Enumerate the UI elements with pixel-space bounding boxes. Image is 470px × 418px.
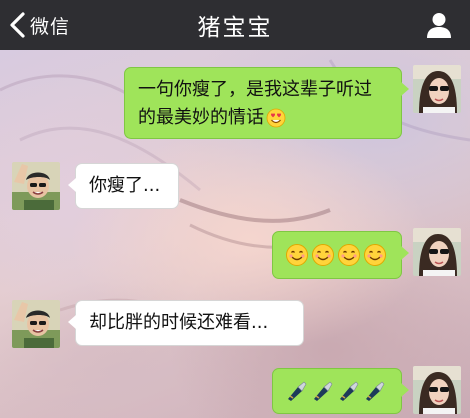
message-text: 你瘦了... [89, 175, 161, 196]
heart-eyes-emoji [266, 108, 286, 128]
message-bubble-outgoing[interactable] [272, 231, 409, 279]
emoji-sequence [285, 232, 389, 278]
back-button[interactable]: 微信 [8, 7, 70, 43]
navigation-bar: 微信 猪宝宝 [0, 0, 470, 50]
smile-emoji [337, 243, 361, 267]
friend-avatar[interactable] [12, 162, 60, 210]
my-avatar[interactable] [413, 65, 461, 113]
knife-emoji [363, 379, 387, 403]
chevron-left-icon [8, 11, 28, 39]
chat-info-button[interactable] [424, 10, 454, 40]
message-bubble-outgoing[interactable]: 一句你瘦了，是我这辈子听过的最美妙的情话 [124, 67, 409, 139]
smile-emoji [311, 243, 335, 267]
message-text: 却比胖的时候还难看... [89, 312, 269, 333]
emoji-sequence [285, 369, 389, 413]
knife-emoji [337, 379, 361, 403]
back-label: 微信 [30, 15, 71, 38]
smile-emoji [363, 243, 387, 267]
message-bubble-incoming[interactable]: 你瘦了... [68, 163, 179, 209]
message-text: 一句你瘦了，是我这辈子听过的最美妙的情话 [138, 79, 372, 128]
person-icon [424, 10, 454, 40]
friend-avatar[interactable] [12, 300, 60, 348]
message-bubble-incoming[interactable]: 却比胖的时候还难看... [68, 300, 304, 346]
knife-emoji [311, 379, 335, 403]
my-avatar[interactable] [413, 366, 461, 414]
message-bubble-outgoing[interactable] [272, 368, 409, 414]
knife-emoji [285, 379, 309, 403]
smile-emoji [285, 243, 309, 267]
my-avatar[interactable] [413, 228, 461, 276]
chat-title: 猪宝宝 [197, 15, 273, 41]
